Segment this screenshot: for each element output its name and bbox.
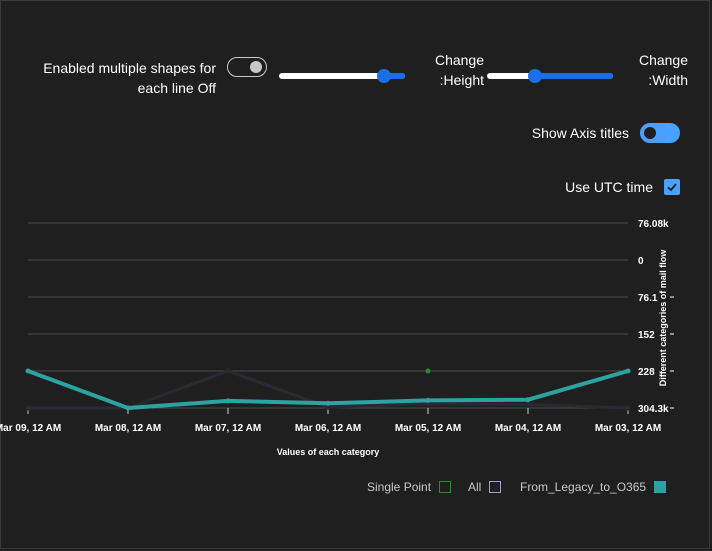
legend-label: From_Legacy_to_O365 bbox=[520, 480, 647, 494]
x-tick-label: Mar 05, 12 AM bbox=[395, 423, 461, 434]
line-chart: 76.08k 0 76.1 152 228 304.3k Mar 09, 12 AM Mar … bbox=[0, 219, 674, 457]
data-point-from-legacy-to-o365 bbox=[25, 368, 31, 374]
legend-label: Single Point bbox=[367, 480, 432, 494]
width-slider-fill bbox=[534, 73, 613, 79]
legend-item[interactable]: All bbox=[468, 480, 502, 494]
data-point-all bbox=[625, 405, 631, 411]
checkmark-icon bbox=[667, 183, 677, 192]
height-slider[interactable] bbox=[279, 69, 405, 83]
y-tick-label: 228 bbox=[638, 367, 655, 378]
data-point-all bbox=[225, 368, 231, 374]
utc-checkbox[interactable] bbox=[664, 179, 680, 195]
x-axis-title: Values of each category bbox=[277, 447, 380, 457]
data-point-from-legacy-to-o365 bbox=[425, 397, 431, 403]
y-tick-label: 0 bbox=[638, 256, 644, 267]
data-point-single-point bbox=[425, 368, 431, 374]
toggle-knob bbox=[250, 61, 262, 73]
x-tick-label: Mar 03, 12 AM bbox=[595, 423, 661, 434]
x-tick-label: Mar 04, 12 AM bbox=[495, 423, 561, 434]
toggle-knob bbox=[644, 127, 656, 139]
y-tick-label: 76.1 bbox=[638, 293, 658, 304]
data-point-from-legacy-to-o365 bbox=[225, 398, 231, 404]
x-tick-label: Mar 07, 12 AM bbox=[195, 423, 261, 434]
legend-swatch bbox=[654, 481, 667, 493]
data-point-all bbox=[525, 402, 531, 408]
width-slider-thumb[interactable] bbox=[527, 69, 542, 83]
y-tick-label: 76.08k bbox=[638, 219, 669, 230]
data-point-all bbox=[25, 405, 31, 411]
height-slider-thumb[interactable] bbox=[376, 69, 391, 83]
legend-label: All bbox=[468, 480, 482, 494]
height-label: Change :Height bbox=[434, 52, 484, 88]
width-slider[interactable] bbox=[487, 69, 613, 83]
x-tick-label: Mar 08, 12 AM bbox=[95, 423, 161, 434]
data-point-from-legacy-to-o365 bbox=[125, 405, 131, 411]
legend-item[interactable]: From_Legacy_to_O365 bbox=[520, 480, 667, 494]
x-tick-label: Mar 06, 12 AM bbox=[295, 423, 361, 434]
y-axis-title: Different categories of mail flow bbox=[658, 249, 668, 387]
data-point-from-legacy-to-o365 bbox=[325, 400, 331, 406]
axis-titles-label: Show Axis titles bbox=[531, 125, 629, 141]
utc-label: Use UTC time bbox=[565, 179, 653, 195]
multiple-shapes-label: Enabled multiple shapes for each line Of… bbox=[43, 60, 216, 96]
legend-swatch bbox=[439, 481, 452, 493]
data-point-from-legacy-to-o365 bbox=[525, 397, 531, 403]
legend-swatch bbox=[489, 481, 502, 493]
x-tick-label: Mar 09, 12 AM bbox=[0, 423, 61, 434]
legend-item[interactable]: Single Point bbox=[367, 480, 452, 494]
axis-titles-toggle[interactable] bbox=[640, 123, 680, 143]
y-tick-label: 152 bbox=[638, 330, 655, 341]
width-label: Change :Width bbox=[638, 52, 688, 88]
y-tick-label: 304.3k bbox=[638, 404, 669, 415]
multiple-shapes-toggle[interactable] bbox=[227, 57, 267, 77]
data-point-from-legacy-to-o365 bbox=[625, 368, 631, 374]
